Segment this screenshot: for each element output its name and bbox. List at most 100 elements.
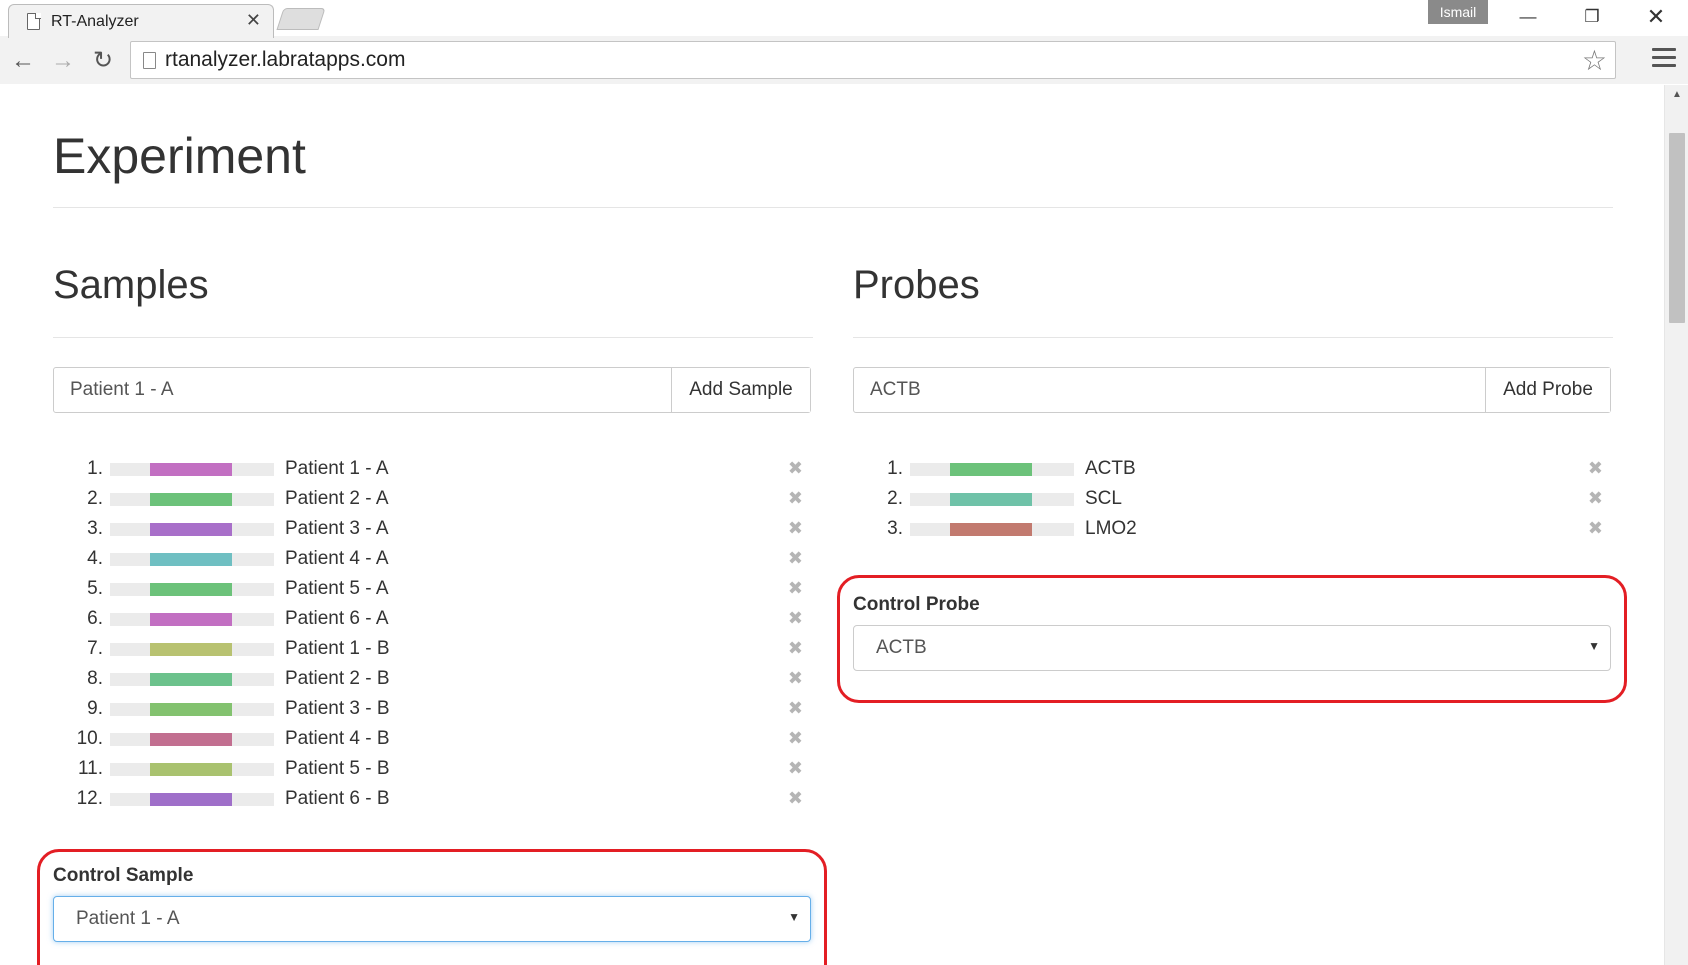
remove-sample-icon[interactable]: ✖ bbox=[788, 638, 803, 659]
control-probe-select[interactable]: ACTB ▼ bbox=[853, 625, 1611, 671]
sample-item-label: Patient 2 - B bbox=[285, 668, 390, 689]
remove-sample-icon[interactable]: ✖ bbox=[788, 608, 803, 629]
bookmark-star-icon[interactable]: ☆ bbox=[1582, 44, 1607, 77]
page-icon bbox=[143, 52, 156, 69]
sample-color-swatch[interactable] bbox=[110, 523, 274, 536]
sample-name-input[interactable]: Patient 1 - A bbox=[54, 368, 672, 412]
sample-color-fill bbox=[150, 793, 232, 806]
sample-item: 4. Patient 4 - A ✖ bbox=[53, 543, 813, 573]
probe-item: 1. ACTB ✖ bbox=[853, 453, 1613, 483]
sample-item-label: Patient 4 - A bbox=[285, 548, 389, 569]
reload-icon[interactable]: ↻ bbox=[86, 44, 120, 78]
back-arrow-icon[interactable]: ← bbox=[6, 44, 40, 78]
sample-item: 6. Patient 6 - A ✖ bbox=[53, 603, 813, 633]
probes-heading: Probes bbox=[853, 263, 980, 307]
remove-sample-icon[interactable]: ✖ bbox=[788, 698, 803, 719]
sample-color-swatch[interactable] bbox=[110, 613, 274, 626]
remove-sample-icon[interactable]: ✖ bbox=[788, 788, 803, 809]
probe-item: 2. SCL ✖ bbox=[853, 483, 1613, 513]
add-sample-button[interactable]: Add Sample bbox=[672, 368, 810, 412]
remove-sample-icon[interactable]: ✖ bbox=[788, 488, 803, 509]
browser-toolbar: ← → ↻ rtanalyzer.labratapps.com ☆ bbox=[0, 38, 1688, 84]
sample-item-number: 8. bbox=[87, 668, 103, 689]
scrollbar-thumb[interactable] bbox=[1669, 133, 1685, 323]
sample-color-fill bbox=[150, 763, 232, 776]
sample-item-number: 10. bbox=[76, 728, 103, 749]
probe-color-swatch[interactable] bbox=[910, 463, 1074, 476]
remove-sample-icon[interactable]: ✖ bbox=[788, 668, 803, 689]
probes-divider bbox=[853, 337, 1613, 338]
sample-item-label: Patient 4 - B bbox=[285, 728, 390, 749]
restore-icon[interactable]: ❐ bbox=[1572, 4, 1612, 30]
window-close-icon[interactable]: ✕ bbox=[1636, 4, 1676, 30]
sample-item-number: 2. bbox=[87, 488, 103, 509]
sample-item: 2. Patient 2 - A ✖ bbox=[53, 483, 813, 513]
sample-color-fill bbox=[150, 613, 232, 626]
tab-close-icon[interactable]: ✕ bbox=[246, 10, 261, 31]
sample-item: 1. Patient 1 - A ✖ bbox=[53, 453, 813, 483]
sample-item: 8. Patient 2 - B ✖ bbox=[53, 663, 813, 693]
remove-sample-icon[interactable]: ✖ bbox=[788, 518, 803, 539]
sample-color-swatch[interactable] bbox=[110, 643, 274, 656]
remove-sample-icon[interactable]: ✖ bbox=[788, 728, 803, 749]
forward-arrow-icon[interactable]: → bbox=[46, 44, 80, 78]
probe-item: 3. LMO2 ✖ bbox=[853, 513, 1613, 543]
sample-input-group: Patient 1 - A Add Sample bbox=[53, 367, 811, 413]
new-tab-button[interactable] bbox=[276, 8, 326, 30]
sample-color-swatch[interactable] bbox=[110, 703, 274, 716]
sample-item-number: 1. bbox=[87, 458, 103, 479]
address-url[interactable]: rtanalyzer.labratapps.com bbox=[165, 48, 405, 72]
probe-color-swatch[interactable] bbox=[910, 493, 1074, 506]
probe-item-label: ACTB bbox=[1085, 458, 1136, 479]
sample-item: 7. Patient 1 - B ✖ bbox=[53, 633, 813, 663]
remove-probe-icon[interactable]: ✖ bbox=[1588, 458, 1603, 479]
sample-color-swatch[interactable] bbox=[110, 463, 274, 476]
probe-item-label: LMO2 bbox=[1085, 518, 1137, 539]
remove-sample-icon[interactable]: ✖ bbox=[788, 548, 803, 569]
sample-color-fill bbox=[150, 673, 232, 686]
vertical-scrollbar[interactable]: ▲ bbox=[1664, 85, 1688, 965]
sample-item-number: 6. bbox=[87, 608, 103, 629]
control-sample-value: Patient 1 - A bbox=[76, 908, 180, 929]
remove-probe-icon[interactable]: ✖ bbox=[1588, 488, 1603, 509]
probe-name-input[interactable]: ACTB bbox=[854, 368, 1486, 412]
sample-item-label: Patient 2 - A bbox=[285, 488, 389, 509]
remove-sample-icon[interactable]: ✖ bbox=[788, 758, 803, 779]
sample-color-swatch[interactable] bbox=[110, 793, 274, 806]
scroll-up-icon[interactable]: ▲ bbox=[1672, 89, 1682, 100]
probe-list: 1. ACTB ✖ 2. SCL ✖ 3. LMO2 ✖ bbox=[853, 453, 1613, 543]
sample-item: 9. Patient 3 - B ✖ bbox=[53, 693, 813, 723]
sample-color-swatch[interactable] bbox=[110, 673, 274, 686]
sample-color-swatch[interactable] bbox=[110, 733, 274, 746]
sample-item: 11. Patient 5 - B ✖ bbox=[53, 753, 813, 783]
remove-probe-icon[interactable]: ✖ bbox=[1588, 518, 1603, 539]
browser-chrome: RT-Analyzer ✕ Ismail — ❐ ✕ ← → ↻ rtanaly… bbox=[0, 0, 1688, 84]
sample-color-swatch[interactable] bbox=[110, 583, 274, 596]
minimize-icon[interactable]: — bbox=[1508, 4, 1548, 30]
sample-color-swatch[interactable] bbox=[110, 553, 274, 566]
sample-color-fill bbox=[150, 493, 232, 506]
control-sample-select[interactable]: Patient 1 - A ▼ bbox=[53, 896, 811, 942]
probe-item-number: 2. bbox=[887, 488, 903, 509]
sample-item-number: 12. bbox=[76, 788, 103, 809]
document-icon bbox=[27, 12, 41, 30]
sample-item: 10. Patient 4 - B ✖ bbox=[53, 723, 813, 753]
sample-item: 3. Patient 3 - A ✖ bbox=[53, 513, 813, 543]
remove-sample-icon[interactable]: ✖ bbox=[788, 458, 803, 479]
hamburger-menu-icon[interactable] bbox=[1652, 48, 1676, 70]
sample-item-number: 5. bbox=[87, 578, 103, 599]
add-probe-button[interactable]: Add Probe bbox=[1486, 368, 1610, 412]
sample-item-label: Patient 6 - B bbox=[285, 788, 390, 809]
user-profile-badge[interactable]: Ismail bbox=[1428, 0, 1488, 24]
control-probe-value: ACTB bbox=[876, 637, 927, 658]
sample-item-number: 3. bbox=[87, 518, 103, 539]
tab-rt-analyzer[interactable]: RT-Analyzer ✕ bbox=[8, 4, 274, 38]
sample-item-label: Patient 6 - A bbox=[285, 608, 389, 629]
address-bar[interactable]: rtanalyzer.labratapps.com ☆ bbox=[130, 41, 1616, 79]
probe-item-number: 1. bbox=[887, 458, 903, 479]
sample-color-swatch[interactable] bbox=[110, 763, 274, 776]
sample-color-swatch[interactable] bbox=[110, 493, 274, 506]
remove-sample-icon[interactable]: ✖ bbox=[788, 578, 803, 599]
chevron-down-icon: ▼ bbox=[1588, 639, 1600, 653]
probe-color-swatch[interactable] bbox=[910, 523, 1074, 536]
